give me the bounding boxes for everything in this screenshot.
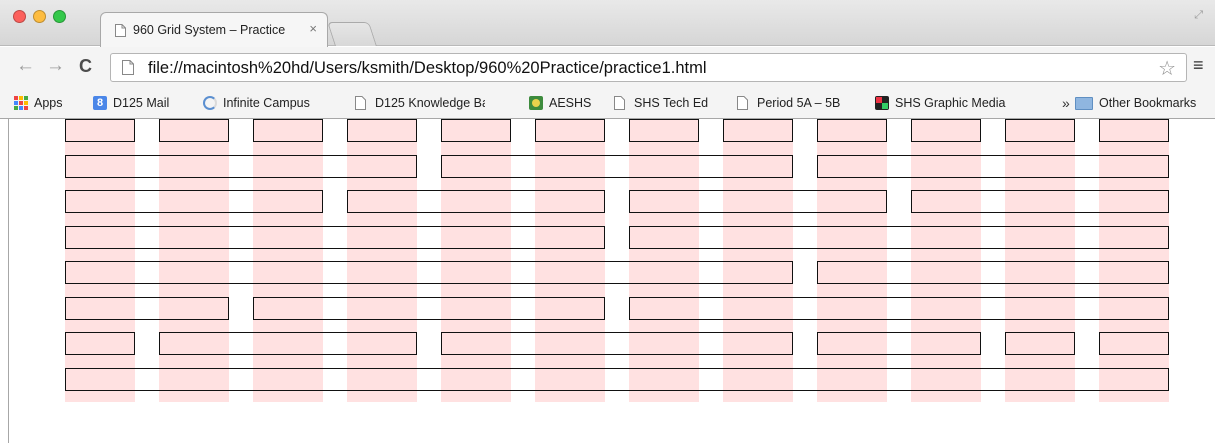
grid-4-box xyxy=(817,261,1169,284)
bookmark-shs-graphic-media[interactable]: SHS Graphic Media xyxy=(875,96,1005,110)
bookmark-d125-knowledge-base[interactable]: D125 Knowledge Bas xyxy=(355,96,485,110)
grid-1-box xyxy=(1099,332,1169,355)
bookmark-infinite-campus[interactable]: Infinite Campus xyxy=(203,96,310,110)
grid-1-box xyxy=(347,119,417,142)
tab-close-icon[interactable]: × xyxy=(309,21,317,36)
grid-1-box xyxy=(535,119,605,142)
fullscreen-icon[interactable]: ⤢ xyxy=(1194,9,1203,22)
page-icon xyxy=(122,60,134,78)
bookmark-label: D125 Knowledge Bas xyxy=(375,96,485,110)
close-window-button[interactable] xyxy=(13,10,26,23)
bookmark-aeshs[interactable]: AESHS xyxy=(529,96,591,110)
back-button[interactable]: ← xyxy=(16,56,35,76)
campus-icon xyxy=(203,96,217,110)
toolbar: ← → C file://macintosh%20hd/Users/ksmith… xyxy=(0,47,1215,89)
title-bar: 960 Grid System – Practice × ⤢ xyxy=(0,0,1215,47)
bookmark-apps[interactable]: Apps xyxy=(14,96,63,110)
grid-4-box xyxy=(441,155,793,178)
other-bookmarks[interactable]: Other Bookmarks xyxy=(1075,96,1196,110)
grid-2-box xyxy=(817,332,981,355)
folder-icon xyxy=(1075,96,1093,110)
grid-1-box xyxy=(441,119,511,142)
page-icon xyxy=(614,96,628,110)
page-icon xyxy=(737,96,751,110)
bookmark-label: Infinite Campus xyxy=(223,96,310,110)
grid-1-box xyxy=(1005,332,1075,355)
grid-6-box xyxy=(65,226,605,249)
page-icon xyxy=(355,96,369,110)
grid-2-box xyxy=(65,297,229,320)
grid-1-box xyxy=(65,332,135,355)
grid-3-box xyxy=(65,190,323,213)
grid-3-box xyxy=(159,332,417,355)
bookmark-label: AESHS xyxy=(549,96,592,110)
bookmark-label: SHS Graphic Media xyxy=(895,96,1006,110)
apps-icon xyxy=(14,96,28,110)
grid-4-box xyxy=(253,297,605,320)
new-tab-button[interactable] xyxy=(327,22,377,46)
bookmarks-bar: Apps 8 D125 Mail Infinite Campus D125 Kn… xyxy=(0,89,1215,119)
bookmark-d125-mail[interactable]: 8 D125 Mail xyxy=(93,96,169,110)
bookmark-shs-tech-ed[interactable]: SHS Tech Ed xyxy=(614,96,708,110)
grid-1-box xyxy=(911,119,981,142)
grid-1-box xyxy=(1005,119,1075,142)
bookmark-label: Period 5A – 5B xyxy=(757,96,841,110)
grid-4-box xyxy=(817,155,1169,178)
google-icon: 8 xyxy=(93,96,107,110)
menu-icon[interactable]: ≡ xyxy=(1193,55,1204,76)
forward-button[interactable]: → xyxy=(46,56,65,76)
grid-3-box xyxy=(347,190,605,213)
more-bookmarks-button[interactable]: » xyxy=(1062,95,1070,111)
grid-1-box xyxy=(723,119,793,142)
grid-4-box xyxy=(65,155,417,178)
bookmark-label: D125 Mail xyxy=(113,96,170,110)
bookmark-period-5a-5b[interactable]: Period 5A – 5B xyxy=(737,96,840,110)
grid-12-box xyxy=(65,368,1169,391)
minimize-window-button[interactable] xyxy=(33,10,46,23)
grid-1-box xyxy=(253,119,323,142)
page-content xyxy=(8,119,1215,443)
bookmark-star-icon[interactable]: ☆ xyxy=(1158,56,1176,81)
page-icon xyxy=(115,24,126,40)
tab-title: 960 Grid System – Practice xyxy=(133,23,286,37)
bookmark-label: Apps xyxy=(34,96,63,110)
grid-3-box xyxy=(911,190,1169,213)
grid-8-box xyxy=(65,261,793,284)
window-controls xyxy=(13,10,66,23)
graphic-media-icon xyxy=(875,96,889,110)
grid-1-box xyxy=(817,119,887,142)
grid-1-box xyxy=(1099,119,1169,142)
bookmark-label: Other Bookmarks xyxy=(1099,96,1197,110)
bookmark-label: SHS Tech Ed xyxy=(634,96,709,110)
grid-6-box xyxy=(629,226,1169,249)
grid-1-box xyxy=(159,119,229,142)
grid-1-box xyxy=(629,119,699,142)
reload-button[interactable]: C xyxy=(79,56,92,76)
url-text[interactable]: file://macintosh%20hd/Users/ksmith/Deskt… xyxy=(148,59,707,78)
grid-1-box xyxy=(65,119,135,142)
maximize-window-button[interactable] xyxy=(53,10,66,23)
grid-6-box xyxy=(629,297,1169,320)
grid-3-box xyxy=(629,190,887,213)
address-bar[interactable]: file://macintosh%20hd/Users/ksmith/Deskt… xyxy=(110,53,1187,82)
aeshs-icon xyxy=(529,96,543,110)
grid-4-box xyxy=(441,332,793,355)
browser-tab[interactable]: 960 Grid System – Practice × xyxy=(100,12,328,47)
